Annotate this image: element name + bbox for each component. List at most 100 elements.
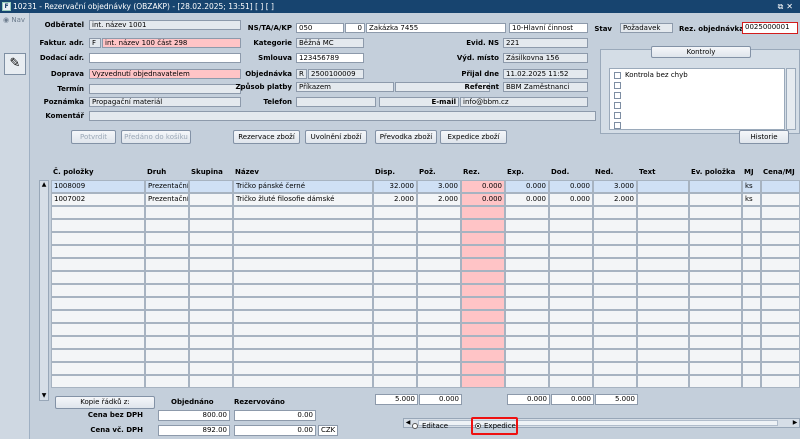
cell-ev-polozka[interactable] xyxy=(689,258,742,271)
faktur-code-field[interactable]: F xyxy=(89,38,101,48)
cell-polozka[interactable] xyxy=(51,271,145,284)
email-field[interactable]: info@bbm.cz xyxy=(460,97,588,107)
cell-exp[interactable] xyxy=(505,375,549,388)
cell-polozka[interactable]: 1008009 xyxy=(51,180,145,193)
cell-ned[interactable] xyxy=(593,323,637,336)
cell-exp[interactable]: 0.000 xyxy=(505,180,549,193)
col-mj[interactable]: MJ xyxy=(744,168,754,176)
cell-exp[interactable] xyxy=(505,245,549,258)
kategorie-field[interactable]: Běžná MC xyxy=(296,38,364,48)
col-ned[interactable]: Ned. xyxy=(595,168,613,176)
cell-disp[interactable] xyxy=(373,232,417,245)
cell-mj[interactable] xyxy=(742,258,761,271)
kontroly-checkbox[interactable] xyxy=(614,72,621,79)
cell-skupina[interactable] xyxy=(189,336,233,349)
cell-text[interactable] xyxy=(637,323,689,336)
cell-poz[interactable] xyxy=(417,336,461,349)
evid-field[interactable]: 221 xyxy=(503,38,588,48)
cell-ned[interactable] xyxy=(593,362,637,375)
objednavka-field[interactable]: 2500100009 xyxy=(308,69,364,79)
cell-polozka[interactable] xyxy=(51,297,145,310)
cell-ev-polozka[interactable] xyxy=(689,375,742,388)
cell-mj[interactable] xyxy=(742,219,761,232)
cell-cena-mj[interactable] xyxy=(761,336,800,349)
cell-rez[interactable] xyxy=(461,375,505,388)
cell-exp[interactable] xyxy=(505,206,549,219)
smlouva-field[interactable]: 123456789 xyxy=(296,53,364,63)
cell-druh[interactable] xyxy=(145,206,189,219)
col-nazev[interactable]: Název xyxy=(235,168,259,176)
cell-exp[interactable] xyxy=(505,323,549,336)
cell-druh[interactable] xyxy=(145,349,189,362)
cell-mj[interactable] xyxy=(742,362,761,375)
faktur-field[interactable]: int. název 100 část 298 xyxy=(102,38,241,48)
cell-mj[interactable] xyxy=(742,323,761,336)
potvrdit-button[interactable]: Potvrdit xyxy=(71,130,116,144)
cell-rez[interactable] xyxy=(461,206,505,219)
kontroly-item[interactable] xyxy=(614,120,774,130)
cell-exp[interactable] xyxy=(505,258,549,271)
cell-disp[interactable] xyxy=(373,349,417,362)
cell-exp[interactable] xyxy=(505,310,549,323)
cell-cena-mj[interactable] xyxy=(761,258,800,271)
cell-rez[interactable] xyxy=(461,349,505,362)
cell-text[interactable] xyxy=(637,297,689,310)
cell-ned[interactable]: 2.000 xyxy=(593,193,637,206)
cell-dod[interactable] xyxy=(549,349,593,362)
cell-cena-mj[interactable] xyxy=(761,375,800,388)
cell-ev-polozka[interactable] xyxy=(689,245,742,258)
cell-skupina[interactable] xyxy=(189,323,233,336)
edit-tool-icon[interactable]: ✎ xyxy=(4,53,26,75)
cell-mj[interactable] xyxy=(742,206,761,219)
col-disp[interactable]: Disp. xyxy=(375,168,395,176)
cell-ned[interactable] xyxy=(593,310,637,323)
cell-druh[interactable]: Prezentační xyxy=(145,180,189,193)
cell-mj[interactable] xyxy=(742,375,761,388)
kontroly-button[interactable]: Kontroly xyxy=(651,46,751,58)
cell-skupina[interactable] xyxy=(189,375,233,388)
cell-druh[interactable] xyxy=(145,284,189,297)
cell-poz[interactable] xyxy=(417,245,461,258)
cell-ev-polozka[interactable] xyxy=(689,271,742,284)
cell-skupina[interactable] xyxy=(189,310,233,323)
cell-skupina[interactable] xyxy=(189,193,233,206)
kontroly-checkbox[interactable] xyxy=(614,112,621,119)
cell-ned[interactable] xyxy=(593,375,637,388)
cell-mj[interactable] xyxy=(742,271,761,284)
cell-cena-mj[interactable] xyxy=(761,297,800,310)
cell-polozka[interactable] xyxy=(51,310,145,323)
cell-rez[interactable] xyxy=(461,323,505,336)
cell-polozka[interactable] xyxy=(51,362,145,375)
cell-text[interactable] xyxy=(637,336,689,349)
cell-text[interactable] xyxy=(637,193,689,206)
prijal-field[interactable]: 11.02.2025 11:52 xyxy=(503,69,588,79)
cell-disp[interactable] xyxy=(373,310,417,323)
cell-poz[interactable] xyxy=(417,349,461,362)
window-restore-icon[interactable]: ⧉✕ xyxy=(778,0,796,13)
cell-polozka[interactable] xyxy=(51,219,145,232)
cell-ned[interactable] xyxy=(593,271,637,284)
cell-poz[interactable] xyxy=(417,375,461,388)
cell-disp[interactable] xyxy=(373,258,417,271)
predano-button[interactable]: Předáno do košíku xyxy=(121,130,191,144)
col-polozka[interactable]: Č. položky xyxy=(53,168,94,176)
col-skupina[interactable]: Skupina xyxy=(191,168,223,176)
cell-skupina[interactable] xyxy=(189,232,233,245)
col-ev-polozka[interactable]: Ev. položka xyxy=(691,168,735,176)
cell-ned[interactable] xyxy=(593,258,637,271)
cell-cena-mj[interactable] xyxy=(761,323,800,336)
cell-exp[interactable] xyxy=(505,284,549,297)
cell-poz[interactable] xyxy=(417,232,461,245)
cell-druh[interactable]: Prezentační xyxy=(145,193,189,206)
kontroly-item[interactable] xyxy=(614,110,774,120)
table-row[interactable] xyxy=(51,245,800,258)
cell-dod[interactable] xyxy=(549,232,593,245)
ns-field-2[interactable]: 0 xyxy=(345,23,365,33)
table-row[interactable] xyxy=(51,232,800,245)
cell-poz[interactable] xyxy=(417,362,461,375)
cell-cena-mj[interactable] xyxy=(761,284,800,297)
rezervace-button[interactable]: Rezervace zboží xyxy=(233,130,300,144)
cell-text[interactable] xyxy=(637,206,689,219)
cell-nazev[interactable] xyxy=(233,258,373,271)
cell-ev-polozka[interactable] xyxy=(689,193,742,206)
